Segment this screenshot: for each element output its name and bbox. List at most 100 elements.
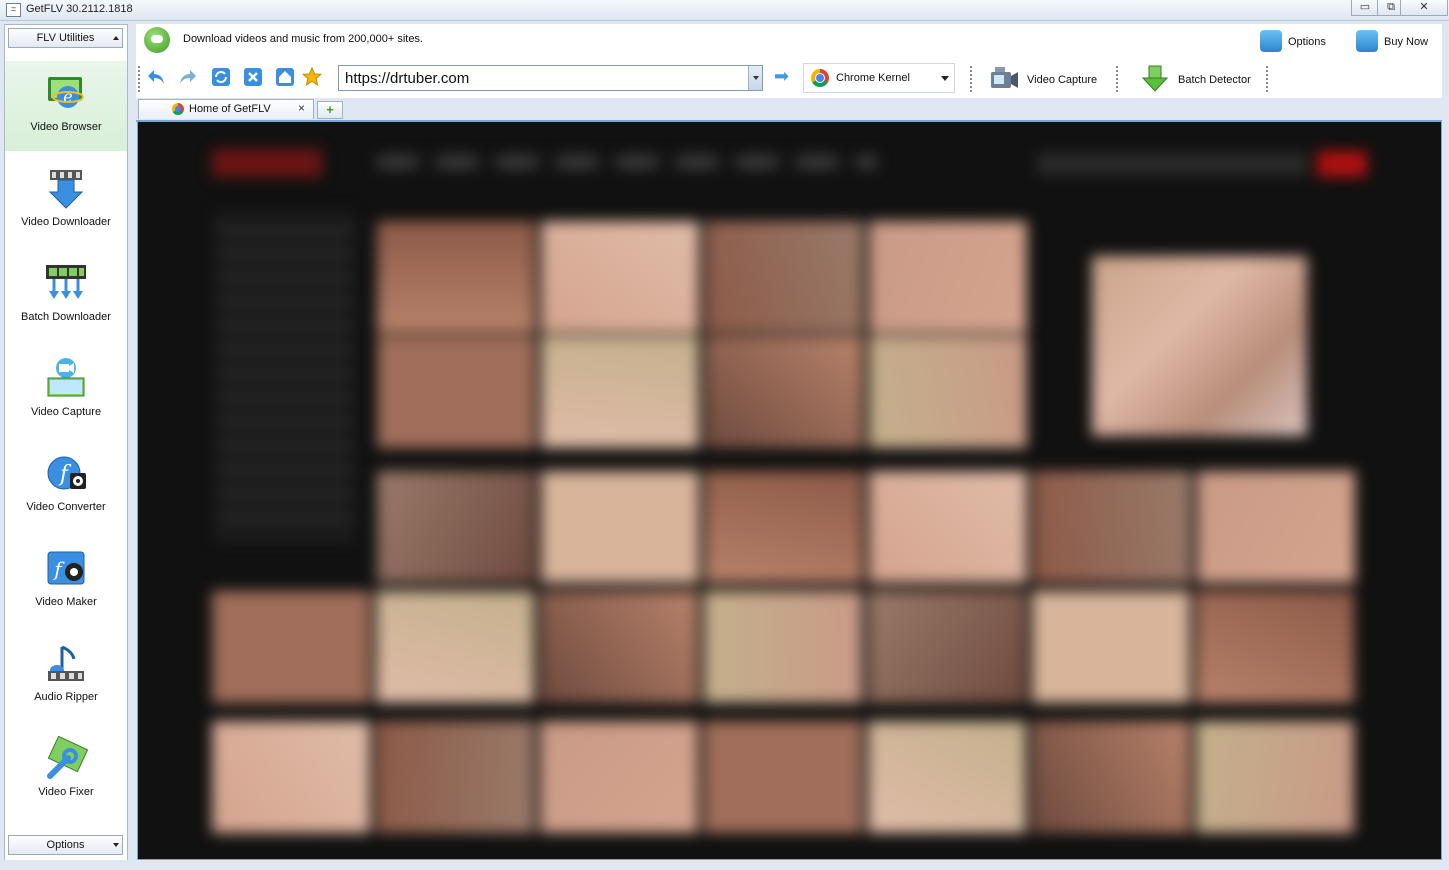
back-icon[interactable] (146, 67, 166, 87)
video-thumbnail (705, 221, 863, 333)
sidebar-item-video-fixer[interactable]: Video Fixer (5, 726, 127, 816)
batch-detector-button[interactable]: Batch Detector (1140, 64, 1270, 94)
video-downloader-label: Video Downloader (21, 216, 111, 228)
video-thumbnail (1033, 471, 1191, 583)
video-thumbnail (1197, 471, 1355, 583)
video-thumbnail (868, 591, 1026, 703)
batch-detector-label: Batch Detector (1178, 74, 1251, 86)
video-thumbnail (541, 221, 699, 333)
video-downloader-icon (48, 170, 84, 209)
buy-now-button[interactable]: Buy Now (1356, 30, 1436, 54)
gear-icon (1260, 30, 1282, 52)
batch-downloader-label: Batch Downloader (21, 311, 111, 323)
kernel-select[interactable]: Chrome Kernel (803, 63, 955, 93)
video-converter-icon: f (47, 456, 86, 490)
site-category-list (215, 211, 355, 541)
site-search-box (1037, 153, 1307, 175)
video-thumbnail (868, 721, 1026, 833)
title-bar: = GetFLV 30.2112.1818 ▭ ⧉ ✕ (0, 0, 1449, 21)
sidebar-item-video-browser[interactable]: e Video Browser (5, 61, 127, 151)
go-arrow-icon[interactable]: ➡ (774, 67, 796, 85)
svg-text:e: e (63, 87, 72, 106)
video-capture-button[interactable]: Video Capture (989, 64, 1109, 94)
chevron-down-icon (941, 76, 949, 81)
options-label: Options (1288, 36, 1326, 48)
video-capture-label: Video Capture (1027, 74, 1098, 86)
video-thumbnail (377, 221, 535, 333)
video-browser-label: Video Browser (30, 121, 102, 133)
sidebar-item-video-converter[interactable]: f Video Converter (5, 441, 127, 531)
chrome-icon (811, 69, 829, 87)
video-converter-label: Video Converter (26, 501, 106, 513)
video-thumbnail (705, 471, 863, 583)
video-thumbnail (1196, 721, 1354, 833)
window-title: GetFLV 30.2112.1818 (26, 3, 133, 15)
stop-icon[interactable] (243, 67, 263, 87)
video-thumbnail (704, 591, 862, 703)
forward-icon[interactable] (178, 67, 198, 87)
new-tab-button[interactable]: + (317, 101, 343, 119)
site-logo (212, 149, 322, 177)
audio-ripper-label: Audio Ripper (34, 691, 98, 703)
download-arrow-icon (1141, 65, 1169, 92)
blurred-page-content (137, 121, 1442, 860)
toolbar-separator (1266, 66, 1270, 92)
tab-title: Home of GetFLV (189, 103, 271, 115)
collapse-up-icon (113, 36, 119, 40)
chrome-favicon-icon (172, 103, 184, 115)
video-thumbnail (1032, 591, 1190, 703)
featured-thumbnail (1092, 256, 1307, 436)
options-button[interactable]: Options (1260, 30, 1340, 54)
chevron-down-icon (113, 843, 119, 847)
camcorder-icon (991, 67, 1018, 88)
sidebar-item-audio-ripper[interactable]: Audio Ripper (5, 631, 127, 721)
audio-ripper-icon (48, 645, 84, 681)
tools-sidebar: FLV Utilities e Video Browser Video Down… (4, 24, 128, 862)
video-thumbnail (1032, 721, 1190, 833)
key-icon (1356, 30, 1378, 52)
video-thumbnail (540, 721, 698, 833)
video-thumbnail (377, 336, 535, 448)
video-fixer-icon (47, 736, 88, 779)
flv-utilities-dropdown[interactable]: FLV Utilities (8, 28, 123, 48)
sidebar-item-video-downloader[interactable]: Video Downloader (5, 156, 127, 246)
sidebar-item-video-maker[interactable]: f Video Maker (5, 536, 127, 626)
kernel-label: Chrome Kernel (836, 72, 910, 84)
video-thumbnail (541, 471, 699, 583)
url-history-dropdown[interactable] (748, 66, 762, 90)
video-thumbnail (376, 591, 534, 703)
sidebar-item-batch-downloader[interactable]: Batch Downloader (5, 251, 127, 341)
system-menu-icon[interactable]: = (6, 3, 21, 17)
url-input[interactable] (339, 66, 745, 90)
browser-viewport[interactable] (137, 121, 1442, 860)
buy-now-label: Buy Now (1384, 36, 1429, 48)
site-search-button (1317, 151, 1367, 177)
address-bar[interactable] (338, 65, 763, 91)
sidebar-item-video-capture[interactable]: Video Capture (5, 346, 127, 436)
video-capture-icon (47, 358, 85, 397)
video-thumbnail (705, 336, 863, 448)
toolbar-separator (970, 66, 974, 92)
video-thumbnail (869, 336, 1027, 448)
video-thumbnail (869, 221, 1027, 333)
tab-close-icon[interactable]: × (298, 101, 305, 115)
navigation-bar: ➡ Chrome Kernel Video Capture Batch Dete… (136, 60, 1442, 98)
toolbar-separator (1116, 66, 1120, 92)
info-bar: Download videos and music from 200,000+ … (136, 24, 1442, 60)
video-maker-label: Video Maker (35, 596, 97, 608)
video-thumbnail (541, 336, 699, 448)
toolbar-grip[interactable] (138, 66, 142, 92)
chat-icon[interactable] (144, 27, 170, 53)
refresh-icon[interactable] (211, 67, 231, 87)
minimize-button[interactable]: ▭ (1351, 0, 1379, 16)
video-capture-label: Video Capture (30, 406, 102, 418)
tab-strip: Home of GetFLV × + (136, 98, 1442, 122)
video-thumbnail (212, 591, 370, 703)
close-button[interactable]: ✕ (1400, 0, 1448, 16)
options-dropdown[interactable]: Options (8, 835, 123, 855)
video-thumbnail (212, 721, 370, 833)
flv-utilities-label: FLV Utilities (36, 32, 95, 44)
home-icon[interactable] (275, 67, 295, 87)
favorite-star-icon[interactable] (302, 67, 322, 87)
tab-home-of-getflv[interactable]: Home of GetFLV × (138, 99, 314, 119)
